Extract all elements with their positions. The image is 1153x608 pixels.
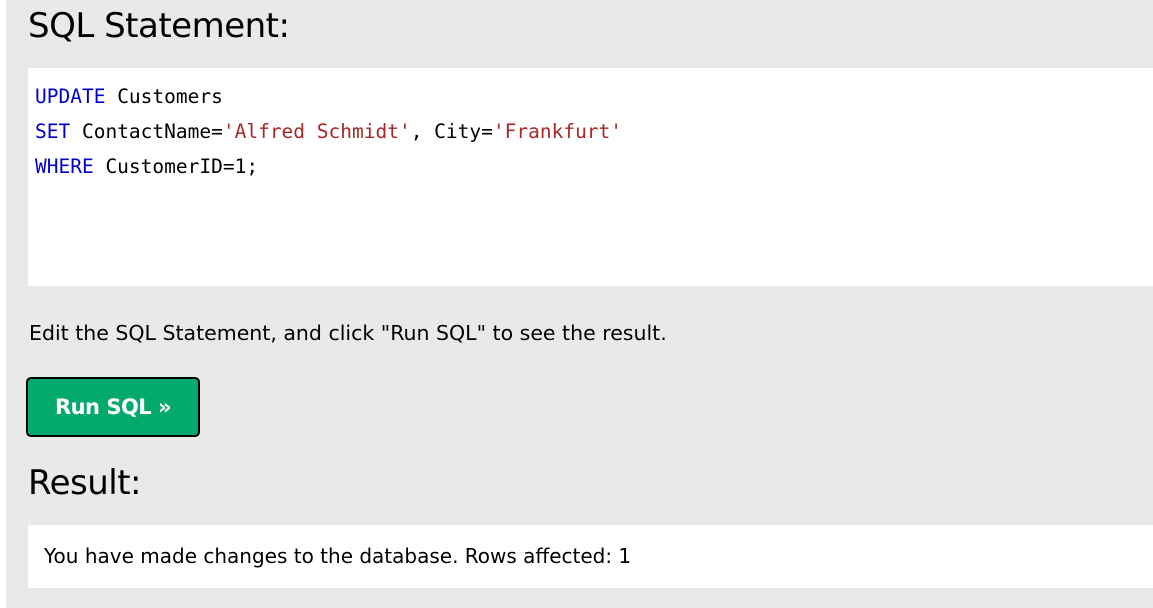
result-panel: You have made changes to the database. R… <box>28 525 1153 588</box>
code-line: WHERE CustomerID=1; <box>35 155 258 178</box>
result-heading: Result: <box>28 463 142 503</box>
sql-text: CustomerID=1; <box>93 155 259 178</box>
instruction-text: Edit the SQL Statement, and click "Run S… <box>29 321 667 345</box>
sql-text: , City= <box>410 120 493 143</box>
run-sql-button[interactable]: Run SQL » <box>26 377 200 437</box>
sql-string: 'Frankfurt' <box>492 120 623 143</box>
sql-keyword: SET <box>35 120 71 143</box>
sql-string: 'Alfred Schmidt' <box>222 120 411 143</box>
sql-statement-heading: SQL Statement: <box>28 6 290 46</box>
sql-editor[interactable]: UPDATE Customers SET ContactName='Alfred… <box>28 68 1153 286</box>
sql-text: ContactName= <box>70 120 223 143</box>
code-line: SET ContactName='Alfred Schmidt', City='… <box>35 120 622 143</box>
tryit-panel: SQL Statement: UPDATE Customers SET Cont… <box>6 0 1153 608</box>
sql-keyword: UPDATE <box>35 85 106 108</box>
result-message: You have made changes to the database. R… <box>44 544 632 568</box>
code-line: UPDATE Customers <box>35 85 223 108</box>
sql-keyword: WHERE <box>35 155 94 178</box>
sql-text: Customers <box>105 85 223 108</box>
sql-code[interactable]: UPDATE Customers SET ContactName='Alfred… <box>35 79 622 184</box>
